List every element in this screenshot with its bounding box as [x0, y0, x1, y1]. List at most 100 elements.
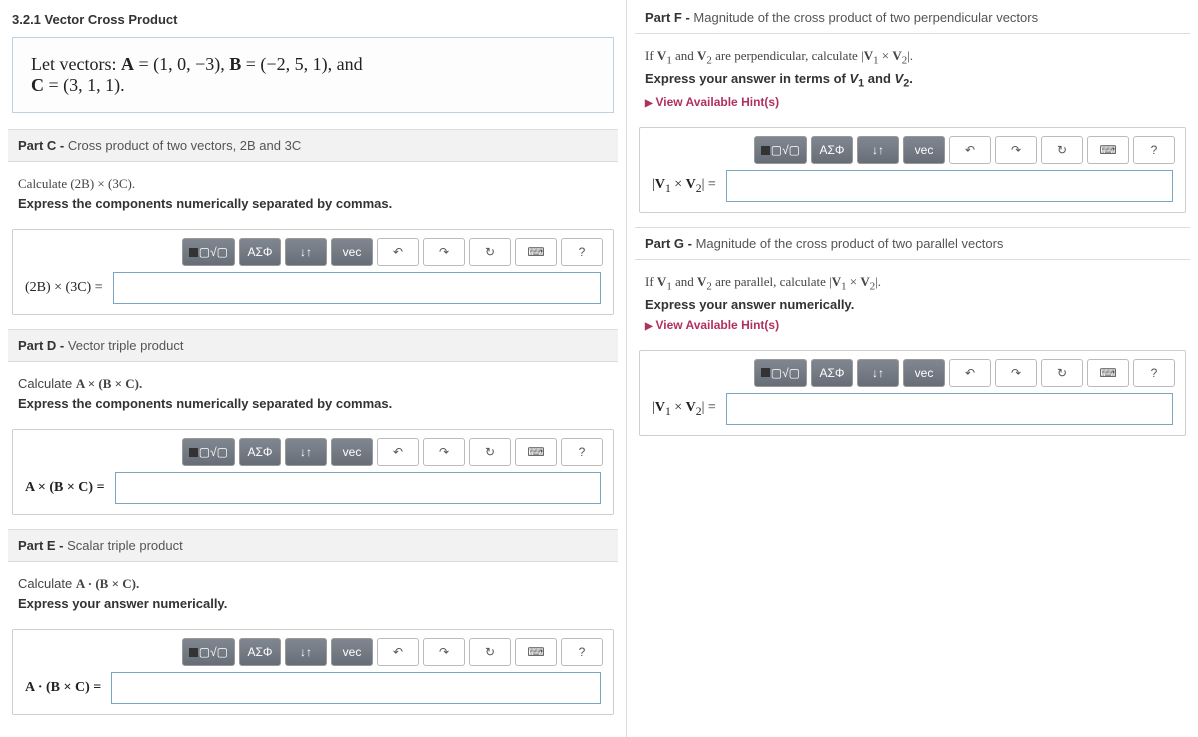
templates-button[interactable]: ▢√▢ [182, 438, 235, 466]
templates-button[interactable]: ▢√▢ [754, 136, 807, 164]
keyboard-button[interactable]: ⌨ [515, 238, 557, 266]
toolbar: ▢√▢ ΑΣΦ ↓↑ vec ↶ ↷ ↻ ⌨ ? [640, 128, 1185, 170]
vec-button[interactable]: vec [903, 359, 945, 387]
greek-button[interactable]: ΑΣΦ [811, 359, 853, 387]
vector-a-value: = (1, 0, −3), [134, 54, 229, 74]
vector-b-value: = (−2, 5, 1) [241, 54, 327, 74]
part-f-eq-label: |V1 × V2| = [652, 177, 716, 195]
subsup-button[interactable]: ↓↑ [285, 238, 327, 266]
part-f-hints[interactable]: View Available Hint(s) [645, 95, 1180, 109]
toolbar: ▢√▢ ΑΣΦ ↓↑ vec ↶ ↷ ↻ ⌨ ? [640, 351, 1185, 393]
part-e-header: Part E - Scalar triple product [8, 529, 618, 562]
redo-button[interactable]: ↷ [423, 238, 465, 266]
part-g-hints[interactable]: View Available Hint(s) [645, 318, 1180, 332]
part-e-instr: Express your answer numerically. [18, 596, 608, 611]
vector-b-label: B [229, 54, 241, 74]
part-g-input[interactable] [726, 393, 1173, 425]
part-d-label: Part D - [18, 338, 68, 353]
undo-button[interactable]: ↶ [949, 136, 991, 164]
vec-button[interactable]: vec [331, 438, 373, 466]
part-g-condition: If V1 and V2 are parallel, calculate |V1… [645, 274, 1180, 293]
toolbar: ▢√▢ ΑΣΦ ↓↑ vec ↶ ↷ ↻ ⌨ ? [13, 630, 613, 672]
part-e-calc-math: A · (B × C). [76, 576, 139, 591]
vector-c-label: C [31, 75, 44, 95]
subsup-button[interactable]: ↓↑ [857, 359, 899, 387]
undo-button[interactable]: ↶ [949, 359, 991, 387]
part-c-answer-box: ▢√▢ ΑΣΦ ↓↑ vec ↶ ↷ ↻ ⌨ ? (2B) × (3C) = [12, 229, 614, 315]
keyboard-button[interactable]: ⌨ [515, 638, 557, 666]
part-f-header: Part F - Magnitude of the cross product … [635, 8, 1190, 34]
reset-button[interactable]: ↻ [469, 438, 511, 466]
greek-button[interactable]: ΑΣΦ [811, 136, 853, 164]
part-g-instr: Express your answer numerically. [645, 297, 1180, 312]
part-d-eq-label: A × (B × C) = [25, 480, 105, 496]
right-column: Part F - Magnitude of the cross product … [627, 0, 1198, 737]
toolbar: ▢√▢ ΑΣΦ ↓↑ vec ↶ ↷ ↻ ⌨ ? [13, 430, 613, 472]
part-f-desc: Magnitude of the cross product of two pe… [693, 10, 1038, 25]
subsup-button[interactable]: ↓↑ [857, 136, 899, 164]
undo-button[interactable]: ↶ [377, 438, 419, 466]
part-d-body: Calculate A × (B × C). Express the compo… [8, 362, 618, 421]
redo-button[interactable]: ↷ [423, 438, 465, 466]
redo-button[interactable]: ↷ [995, 359, 1037, 387]
part-c-eq-label: (2B) × (3C) = [25, 280, 103, 296]
part-d-desc: Vector triple product [68, 338, 184, 353]
part-e-eq-label: A · (B × C) = [25, 680, 101, 696]
greek-button[interactable]: ΑΣΦ [239, 438, 281, 466]
redo-button[interactable]: ↷ [423, 638, 465, 666]
part-d-answer-box: ▢√▢ ΑΣΦ ↓↑ vec ↶ ↷ ↻ ⌨ ? A × (B × C) = [12, 429, 614, 515]
part-c-calc: Calculate (2B) × (3C). [18, 176, 608, 192]
templates-button[interactable]: ▢√▢ [754, 359, 807, 387]
toolbar: ▢√▢ ΑΣΦ ↓↑ vec ↶ ↷ ↻ ⌨ ? [13, 230, 613, 272]
reset-button[interactable]: ↻ [469, 638, 511, 666]
undo-button[interactable]: ↶ [377, 638, 419, 666]
part-e-input[interactable] [111, 672, 601, 704]
reset-button[interactable]: ↻ [1041, 359, 1083, 387]
help-button[interactable]: ? [561, 438, 603, 466]
vec-button[interactable]: vec [331, 638, 373, 666]
part-c-desc: Cross product of two vectors, 2B and 3C [68, 138, 301, 153]
subsup-button[interactable]: ↓↑ [285, 638, 327, 666]
templates-button[interactable]: ▢√▢ [182, 638, 235, 666]
part-g-label: Part G - [645, 236, 696, 251]
part-e-body: Calculate A · (B × C). Express your answ… [8, 562, 618, 621]
main-columns: 3.2.1 Vector Cross Product Let vectors: … [0, 0, 1198, 737]
part-f-body: If V1 and V2 are perpendicular, calculat… [635, 34, 1190, 119]
part-f-input[interactable] [726, 170, 1173, 202]
part-c-body: Calculate (2B) × (3C). Express the compo… [8, 162, 618, 221]
help-button[interactable]: ? [561, 638, 603, 666]
undo-button[interactable]: ↶ [377, 238, 419, 266]
part-e-label: Part E - [18, 538, 67, 553]
keyboard-button[interactable]: ⌨ [1087, 136, 1129, 164]
part-g-desc: Magnitude of the cross product of two pa… [696, 236, 1004, 251]
part-c-header: Part C - Cross product of two vectors, 2… [8, 129, 618, 162]
keyboard-button[interactable]: ⌨ [1087, 359, 1129, 387]
help-button[interactable]: ? [561, 238, 603, 266]
greek-button[interactable]: ΑΣΦ [239, 638, 281, 666]
help-button[interactable]: ? [1133, 359, 1175, 387]
templates-button[interactable]: ▢√▢ [182, 238, 235, 266]
vec-button[interactable]: vec [331, 238, 373, 266]
part-c-input[interactable] [113, 272, 601, 304]
part-g-body: If V1 and V2 are parallel, calculate |V1… [635, 260, 1190, 342]
part-f-label: Part F - [645, 10, 693, 25]
help-button[interactable]: ? [1133, 136, 1175, 164]
part-e-desc: Scalar triple product [67, 538, 183, 553]
left-column: 3.2.1 Vector Cross Product Let vectors: … [0, 0, 627, 737]
keyboard-button[interactable]: ⌨ [515, 438, 557, 466]
vector-c-value: = (3, 1, 1). [44, 75, 125, 95]
vec-button[interactable]: vec [903, 136, 945, 164]
reset-button[interactable]: ↻ [1041, 136, 1083, 164]
part-g-header: Part G - Magnitude of the cross product … [635, 227, 1190, 260]
vector-a-label: A [121, 54, 134, 74]
subsup-button[interactable]: ↓↑ [285, 438, 327, 466]
greek-button[interactable]: ΑΣΦ [239, 238, 281, 266]
redo-button[interactable]: ↷ [995, 136, 1037, 164]
part-g-eq-label: |V1 × V2| = [652, 400, 716, 418]
part-e-answer-box: ▢√▢ ΑΣΦ ↓↑ vec ↶ ↷ ↻ ⌨ ? A · (B × C) = [12, 629, 614, 715]
part-d-input[interactable] [115, 472, 601, 504]
problem-suffix: , and [328, 54, 363, 74]
part-f-condition: If V1 and V2 are perpendicular, calculat… [645, 48, 1180, 67]
reset-button[interactable]: ↻ [469, 238, 511, 266]
part-f-answer-box: ▢√▢ ΑΣΦ ↓↑ vec ↶ ↷ ↻ ⌨ ? |V1 × V2| = [639, 127, 1186, 213]
